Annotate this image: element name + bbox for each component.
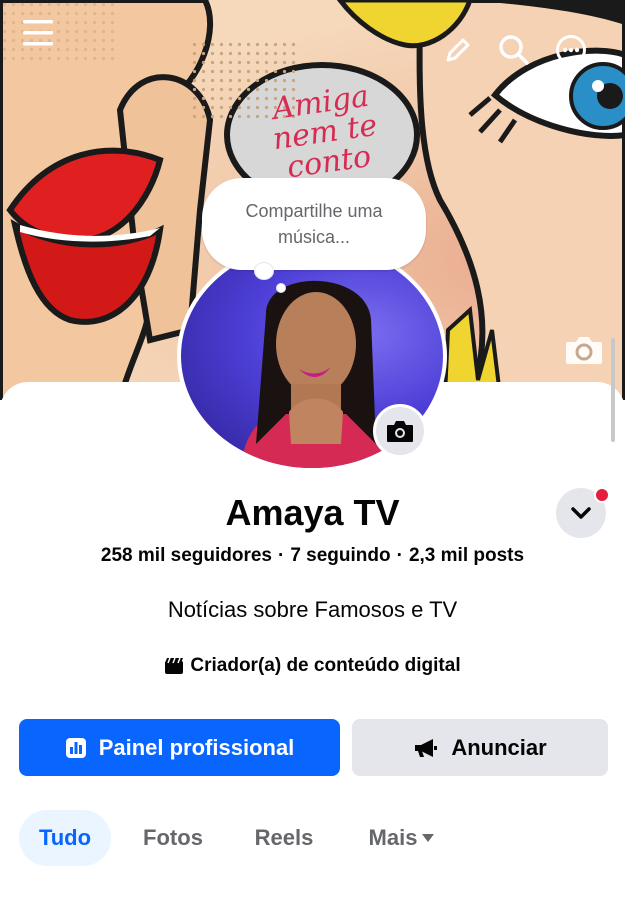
advertise-button[interactable]: Anunciar <box>352 719 608 776</box>
avatar-camera-icon[interactable] <box>373 404 427 458</box>
tab-photos[interactable]: Fotos <box>133 810 213 866</box>
cover-dots <box>0 0 120 60</box>
posts-count: 2,3 mil posts <box>408 545 525 566</box>
tab-reels[interactable]: Reels <box>244 810 324 866</box>
followers-count[interactable]: 258 mil seguidores <box>101 545 272 566</box>
tab-more-label: Mais <box>368 825 418 850</box>
scrollbar[interactable] <box>611 338 615 442</box>
note-bubble-tail <box>254 262 274 280</box>
stats-separator: · <box>396 545 403 566</box>
profile-stats: 258 mil seguidores · 7 seguindo · 2,3 mil po… <box>0 545 625 567</box>
professional-dashboard-label: Painel profissional <box>98 734 295 760</box>
tab-all[interactable]: Tudo <box>19 810 111 866</box>
category-icon <box>165 657 184 674</box>
edit-icon[interactable] <box>440 32 476 68</box>
search-icon[interactable] <box>496 32 532 68</box>
more-icon[interactable] <box>553 32 589 68</box>
chevron-down-icon <box>571 507 591 519</box>
profile-bio: Notícias sobre Famosos e TV <box>167 597 458 622</box>
professional-dashboard-button[interactable]: Painel profissional <box>19 719 340 776</box>
tab-more[interactable]: Mais <box>354 810 450 866</box>
profile-name: Amaya TV <box>225 492 400 533</box>
dashboard-icon <box>65 737 86 758</box>
note-bubble[interactable]: Compartilhe uma música... <box>202 178 426 270</box>
profile-category: Criador(a) de conteúdo digital <box>0 655 625 677</box>
cover-camera-icon[interactable] <box>561 330 607 370</box>
advertise-label: Anunciar <box>451 734 547 760</box>
menu-icon[interactable] <box>20 15 56 51</box>
notification-dot <box>594 487 610 503</box>
caret-down-icon <box>422 834 435 842</box>
note-bubble-tail <box>276 283 286 293</box>
category-label: Criador(a) de conteúdo digital <box>190 655 461 676</box>
note-prompt: Compartilhe uma música... <box>245 201 383 247</box>
megaphone-icon <box>415 738 438 757</box>
stats-separator: · <box>278 545 285 566</box>
following-count[interactable]: 7 seguindo <box>290 545 390 566</box>
